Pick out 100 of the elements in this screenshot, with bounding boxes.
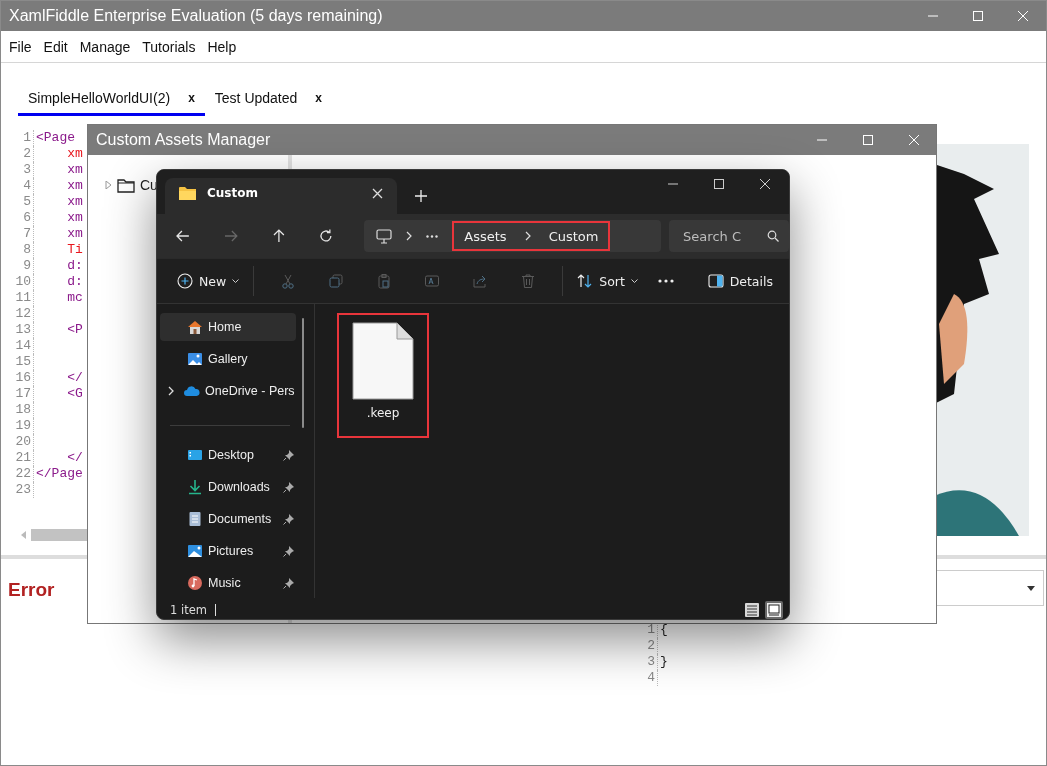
menu-item[interactable]: Help (207, 38, 237, 55)
code-line: d: (66, 258, 83, 274)
house-icon (187, 319, 203, 335)
caret-icon (1027, 585, 1035, 591)
code-line: <P (66, 322, 83, 338)
new-tab-icon[interactable] (415, 190, 427, 202)
editor-tab[interactable]: Test Updated x (204, 83, 332, 116)
code-line: xm (66, 226, 83, 242)
menu-item[interactable]: File (9, 38, 32, 55)
dialog-title: Custom Assets Manager (96, 131, 271, 149)
code-line: <Page (35, 130, 75, 146)
explorer-tab[interactable]: Custom (165, 178, 397, 214)
line-number: 17 (1, 386, 34, 402)
address-bar[interactable]: Assets Custom (364, 220, 662, 252)
plus-circle-icon (177, 273, 193, 289)
new-button[interactable]: New (173, 269, 244, 293)
search-icon (767, 230, 780, 242)
sort-icon (577, 273, 594, 289)
menu-item[interactable]: Edit (43, 38, 68, 55)
menu-item[interactable]: Tutorials (142, 38, 196, 55)
tab-close-button[interactable]: x (315, 91, 322, 105)
editor-tab[interactable]: SimpleHelloWorldUI(2) x (18, 83, 205, 116)
code-line: xm (66, 178, 83, 194)
line-number: 6 (1, 210, 34, 226)
nav-item[interactable]: OneDrive - Pers (160, 377, 296, 405)
code-line: { (659, 622, 668, 638)
nav-item[interactable]: Downloads (160, 473, 296, 501)
more-icon[interactable] (657, 279, 674, 283)
line-number: 3 (646, 654, 658, 670)
line-number: 19 (1, 418, 34, 434)
nav-item[interactable]: Gallery (160, 345, 296, 373)
code-line: </Page (35, 466, 83, 482)
line-number: 2 (646, 638, 658, 654)
line-number: 23 (1, 482, 34, 498)
nav-item[interactable]: Home (160, 313, 296, 341)
close-icon[interactable] (759, 178, 771, 190)
code-line: xm (66, 194, 83, 210)
tiles-view-button[interactable] (765, 601, 783, 619)
code-line: d: (66, 274, 83, 290)
code-line: Ti (66, 242, 83, 258)
blank-file-icon (352, 322, 414, 400)
breadcrumb[interactable]: Assets (464, 228, 507, 244)
details-button[interactable]: Details (703, 269, 777, 293)
chevron-right-icon[interactable] (168, 386, 174, 396)
code-line: } (659, 654, 668, 670)
more-icon[interactable] (426, 234, 439, 238)
line-number: 7 (1, 226, 34, 242)
line-number: 8 (1, 242, 34, 258)
scrollbar-thumb[interactable] (302, 318, 304, 428)
document-icon (187, 511, 203, 527)
details-pane-icon (707, 274, 724, 288)
breadcrumb[interactable]: Custom (548, 228, 599, 244)
gallery-icon (187, 351, 203, 367)
code-line: </ (66, 450, 83, 466)
code-line: mc (66, 290, 83, 306)
desktop-icon (187, 447, 203, 463)
line-number: 9 (1, 258, 34, 274)
line-number: 5 (1, 194, 34, 210)
line-number: 22 (1, 466, 34, 482)
line-number: 13 (1, 322, 34, 338)
cloud-icon (184, 383, 200, 399)
picture-icon (187, 543, 203, 559)
code-line: <G (66, 386, 83, 402)
download-icon (187, 479, 203, 495)
caret-icon (232, 279, 240, 283)
chevron-right-icon (524, 231, 531, 241)
folder-icon (179, 185, 197, 201)
line-number: 12 (1, 306, 34, 322)
computer-icon (376, 228, 393, 244)
maximize-icon[interactable] (713, 178, 725, 190)
music-icon (187, 575, 203, 591)
code-line: xm (66, 210, 83, 226)
line-number: 10 (1, 274, 34, 290)
sort-button[interactable]: Sort (573, 269, 642, 293)
nav-item[interactable]: Pictures (160, 537, 296, 565)
line-number: 18 (1, 402, 34, 418)
close-icon[interactable] (372, 187, 383, 199)
nav-item[interactable]: Music (160, 569, 296, 597)
code-line: </ (66, 370, 83, 386)
menu-item[interactable]: Manage (79, 38, 131, 55)
line-number: 11 (1, 290, 34, 306)
file-entry[interactable]: .keep (337, 313, 429, 438)
window-title: XamlFiddle Enterprise Evaluation (5 days remaining) (9, 7, 383, 25)
line-number: 4 (646, 670, 658, 686)
line-number: 21 (1, 450, 34, 466)
tab-close-button[interactable]: x (188, 91, 195, 105)
nav-item[interactable]: Documents (160, 505, 296, 533)
search-field[interactable]: Search C (669, 220, 789, 252)
expander-icon[interactable] (105, 181, 112, 189)
line-number: 20 (1, 434, 34, 450)
line-number: 15 (1, 354, 34, 370)
chevron-right-icon (406, 231, 413, 241)
line-number: 14 (1, 338, 34, 354)
line-number: 4 (1, 178, 34, 194)
list-view-button[interactable] (743, 601, 761, 619)
line-number: 1 (1, 130, 34, 146)
back-arrow-icon[interactable] (175, 228, 191, 244)
folder-icon (117, 177, 135, 193)
code-line: xm (66, 162, 83, 178)
nav-item[interactable]: Desktop (160, 441, 296, 469)
